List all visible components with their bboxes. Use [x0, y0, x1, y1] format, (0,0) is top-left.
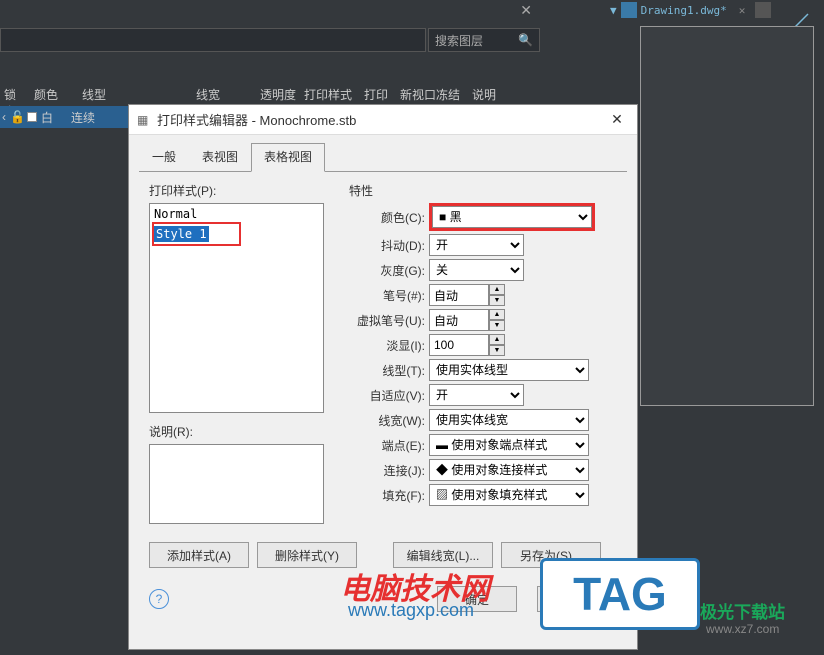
color-swatch-icon: [27, 112, 37, 122]
row-linetype: 连续: [71, 109, 95, 126]
watermark-text-2: 极光下载站: [700, 598, 785, 623]
color-select[interactable]: ■ 黑: [432, 206, 592, 228]
spin-up-icon[interactable]: ▲: [489, 334, 505, 345]
col-vpfreeze[interactable]: 新视口冻结: [396, 84, 468, 106]
search-placeholder: 搜索图层: [435, 32, 483, 49]
gray-select[interactable]: 关: [429, 259, 524, 281]
watermark-url-2: www.xz7.com: [706, 622, 779, 636]
dialog-titlebar: ▦ 打印样式编辑器 - Monochrome.stb ✕: [129, 105, 637, 135]
color-label: 颜色(C):: [349, 209, 429, 226]
gray-label: 灰度(G):: [349, 262, 429, 279]
vpen-label: 虚拟笔号(U):: [349, 312, 429, 329]
fill-select[interactable]: ▨ 使用对象填充样式: [429, 484, 589, 506]
endcap-label: 端点(E):: [349, 437, 429, 454]
file-name: Drawing1.dwg*: [641, 4, 727, 17]
col-lock[interactable]: 锁定: [0, 84, 30, 106]
layer-row[interactable]: ‹ 🔓 白 连续: [0, 106, 128, 128]
tab-tableview[interactable]: 表视图: [189, 143, 251, 172]
lweight-label: 线宽(W):: [349, 412, 429, 429]
lweight-select[interactable]: 使用实体线宽: [429, 409, 589, 431]
add-style-button[interactable]: 添加样式(A): [149, 542, 249, 568]
dither-select[interactable]: 开: [429, 234, 524, 256]
tab-general[interactable]: 一般: [139, 143, 189, 172]
search-layer-box[interactable]: 搜索图层 🔍: [428, 28, 540, 52]
help-icon[interactable]: ?: [149, 589, 169, 609]
layer-filter-field[interactable]: [0, 28, 426, 52]
vpen-input[interactable]: [429, 309, 489, 331]
layer-header-row: 锁定 颜色 线型 线宽 透明度 打印样式 打印 新视口冻结 说明: [0, 84, 540, 106]
ltype-select[interactable]: 使用实体线型: [429, 359, 589, 381]
endcap-select[interactable]: ▬ 使用对象端点样式: [429, 434, 589, 456]
chevron-left-icon: ‹: [2, 110, 6, 124]
col-plot[interactable]: 打印: [360, 84, 396, 106]
col-plotstyle[interactable]: 打印样式: [300, 84, 360, 106]
properties-label: 特性: [349, 182, 617, 199]
ltype-label: 线型(T):: [349, 362, 429, 379]
new-tab-icon[interactable]: [755, 2, 771, 18]
search-icon: 🔍: [518, 33, 533, 47]
row-color: 白: [41, 109, 53, 126]
fill-label: 填充(F):: [349, 487, 429, 504]
screen-label: 淡显(I):: [349, 337, 429, 354]
join-label: 连接(J):: [349, 462, 429, 479]
close-icon[interactable]: ✕: [739, 4, 746, 17]
spin-down-icon[interactable]: ▼: [489, 320, 505, 331]
adapt-select[interactable]: 开: [429, 384, 524, 406]
col-lineweight[interactable]: 线宽: [126, 84, 224, 106]
col-linetype[interactable]: 线型: [78, 84, 126, 106]
dither-label: 抖动(D):: [349, 237, 429, 254]
drawing-canvas[interactable]: [640, 26, 814, 406]
join-select[interactable]: ◆ 使用对象连接样式: [429, 459, 589, 481]
col-transparency[interactable]: 透明度: [224, 84, 300, 106]
file-icon: [621, 2, 637, 18]
lock-icon: 🔓: [10, 110, 25, 124]
adapt-label: 自适应(V):: [349, 387, 429, 404]
pen-label: 笔号(#):: [349, 287, 429, 304]
screen-input[interactable]: [429, 334, 489, 356]
close-icon[interactable]: ✕: [605, 111, 629, 128]
col-color[interactable]: 颜色: [30, 84, 78, 106]
plot-styles-label: 打印样式(P):: [149, 182, 339, 199]
spin-down-icon[interactable]: ▼: [489, 345, 505, 356]
pen-input[interactable]: [429, 284, 489, 306]
list-item[interactable]: Style 1: [154, 226, 209, 242]
spin-down-icon[interactable]: ▼: [489, 295, 505, 306]
tab-marker: ▼: [610, 4, 617, 17]
list-item[interactable]: Normal: [152, 206, 321, 222]
spin-up-icon[interactable]: ▲: [489, 309, 505, 320]
dialog-title-text: 打印样式编辑器 - Monochrome.stb: [157, 110, 605, 129]
spin-up-icon[interactable]: ▲: [489, 284, 505, 295]
col-desc[interactable]: 说明: [468, 84, 508, 106]
tag-badge: TAG: [540, 558, 700, 630]
description-label: 说明(R):: [149, 423, 339, 440]
plot-styles-list[interactable]: Normal Style 1: [149, 203, 324, 413]
panel-close-icon[interactable]: ✕: [520, 2, 532, 19]
file-tab[interactable]: ▼ Drawing1.dwg* ✕: [610, 2, 771, 18]
tab-formview[interactable]: 表格视图: [251, 143, 325, 172]
description-textarea[interactable]: [149, 444, 324, 524]
watermark-url: www.tagxp.com: [348, 600, 474, 621]
dialog-icon: ▦: [137, 113, 151, 127]
